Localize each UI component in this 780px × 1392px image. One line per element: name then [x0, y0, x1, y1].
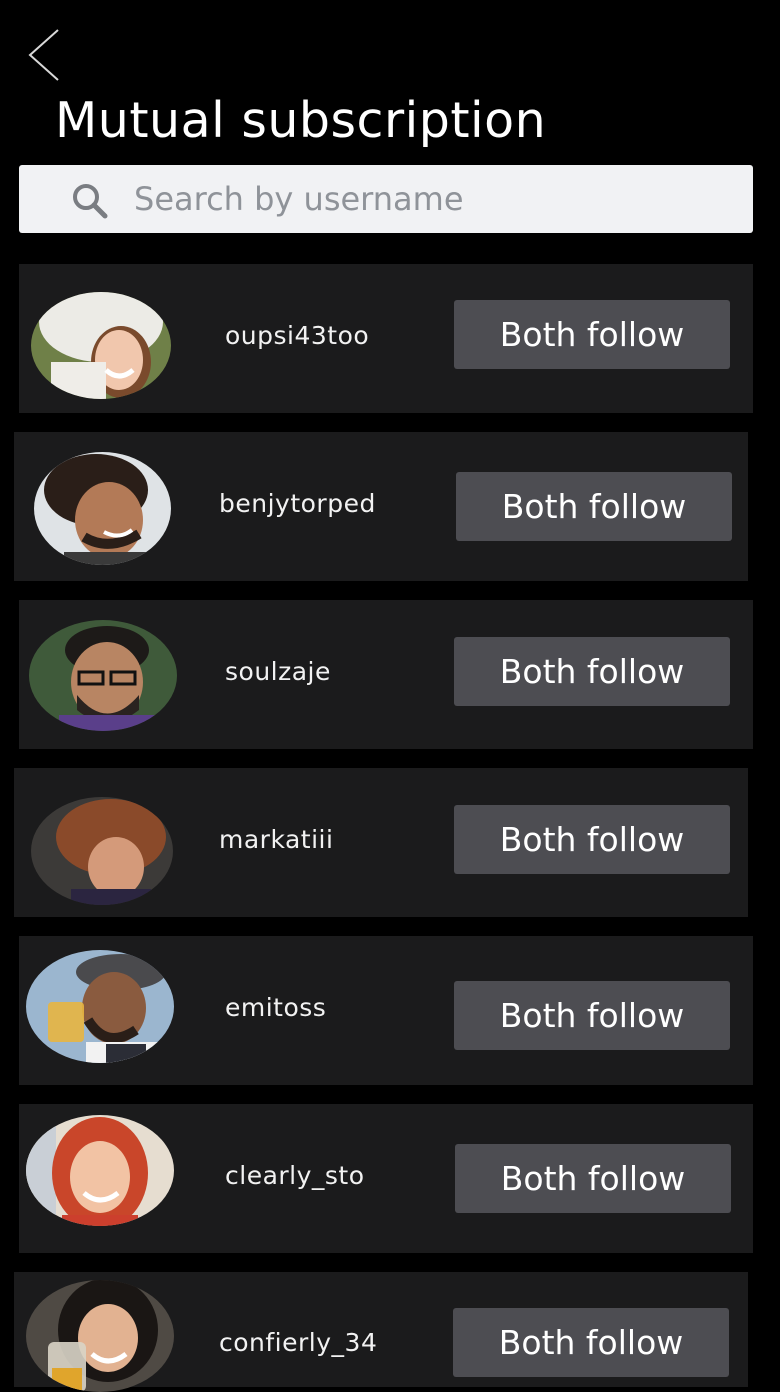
list-item[interactable]: oupsi43too Both follow: [19, 264, 753, 413]
username: clearly_sto: [225, 1161, 365, 1190]
username: soulzaje: [225, 657, 331, 686]
both-follow-button[interactable]: Both follow: [454, 805, 730, 874]
both-follow-button[interactable]: Both follow: [454, 637, 730, 706]
page-title: Mutual subscription: [55, 92, 547, 149]
list-item[interactable]: emitoss Both follow: [19, 936, 753, 1085]
both-follow-button[interactable]: Both follow: [454, 981, 730, 1050]
avatar[interactable]: [26, 950, 174, 1063]
username: emitoss: [225, 993, 327, 1022]
list-item[interactable]: confierly_34 Both follow: [14, 1272, 748, 1392]
avatar[interactable]: [26, 1280, 174, 1392]
search-input[interactable]: [134, 165, 734, 233]
avatar[interactable]: [31, 797, 173, 905]
avatar[interactable]: [26, 1115, 174, 1226]
list-item[interactable]: clearly_sto Both follow: [19, 1104, 753, 1253]
chevron-left-icon: [28, 29, 59, 81]
list-item[interactable]: soulzaje Both follow: [19, 600, 753, 749]
list-item[interactable]: markatiii Both follow: [14, 768, 748, 917]
username: markatiii: [219, 825, 334, 854]
avatar[interactable]: [31, 292, 171, 399]
both-follow-button[interactable]: Both follow: [453, 1308, 729, 1377]
username: benjytorped: [219, 489, 376, 518]
search-bar[interactable]: [19, 165, 753, 233]
both-follow-button[interactable]: Both follow: [454, 300, 730, 369]
avatar[interactable]: [29, 620, 177, 731]
list-item[interactable]: benjytorped Both follow: [14, 432, 748, 581]
search-icon: [73, 184, 108, 219]
both-follow-button[interactable]: Both follow: [455, 1144, 731, 1213]
back-button[interactable]: [22, 28, 66, 82]
username: oupsi43too: [225, 321, 370, 350]
both-follow-button[interactable]: Both follow: [456, 472, 732, 541]
avatar[interactable]: [34, 452, 171, 565]
username: confierly_34: [219, 1328, 378, 1357]
